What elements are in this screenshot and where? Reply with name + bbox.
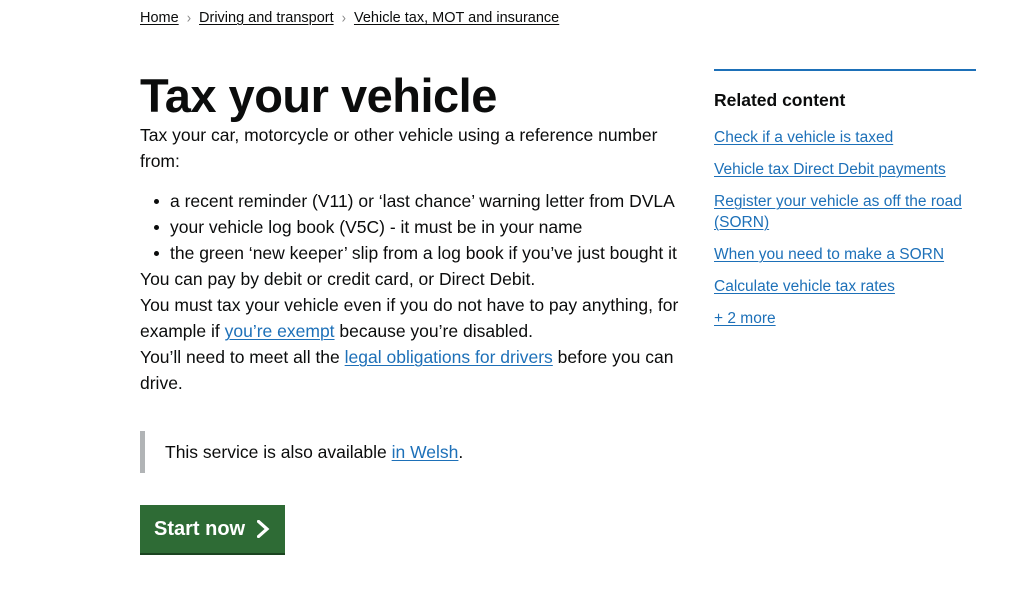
show-more-related-links[interactable]: + 2 more xyxy=(714,310,776,327)
payment-methods-paragraph: You can pay by debit or credit card, or … xyxy=(140,269,536,289)
list-item: the green ‘new keeper’ slip from a log b… xyxy=(154,240,700,266)
breadcrumb-item-vehicle-tax-mot-and-insurance[interactable]: Vehicle tax, MOT and insurance xyxy=(354,10,559,26)
list-item: Check if a vehicle is taxed xyxy=(714,127,976,148)
inset-text-before: This service is also available xyxy=(165,442,392,462)
list-item: Vehicle tax Direct Debit payments xyxy=(714,159,976,180)
breadcrumb: Home › Driving and transport › Vehicle tax, … xyxy=(140,8,559,28)
related-link-calculate-vehicle-tax-rates[interactable]: Calculate vehicle tax rates xyxy=(714,278,895,295)
list-item: When you need to make a SORN xyxy=(714,244,976,265)
in-welsh-link[interactable]: in Welsh xyxy=(392,442,459,462)
must-tax-paragraph: You must tax your vehicle even if you do… xyxy=(140,292,700,344)
intro-paragraph: Tax your car, motorcycle or other vehicl… xyxy=(140,125,658,171)
list-item: a recent reminder (V11) or ‘last chance’… xyxy=(154,188,700,214)
legal-obligations-link[interactable]: legal obligations for drivers xyxy=(345,347,553,367)
legal-text-before: You’ll need to meet all the xyxy=(140,347,345,367)
must-tax-text-after: because you’re disabled. xyxy=(334,321,534,341)
welsh-inset-text: This service is also available in Welsh. xyxy=(140,431,700,473)
reference-number-list: a recent reminder (V11) or ‘last chance’… xyxy=(140,188,700,266)
start-now-button[interactable]: Start now xyxy=(140,505,286,553)
related-link-register-your-vehicle-as-off-the-road-sorn[interactable]: Register your vehicle as off the road (S… xyxy=(714,193,962,231)
breadcrumb-separator-icon: › xyxy=(341,8,346,27)
page-title: Tax your vehicle xyxy=(140,69,497,122)
breadcrumb-separator-icon: › xyxy=(186,8,192,27)
related-links-list: Check if a vehicle is taxed Vehicle tax … xyxy=(714,127,976,329)
start-now-label: Start now xyxy=(154,518,246,540)
legal-obligations-paragraph: You’ll need to meet all the legal obliga… xyxy=(140,344,700,396)
related-link-vehicle-tax-direct-debit-payments[interactable]: Vehicle tax Direct Debit payments xyxy=(714,161,946,178)
breadcrumb-item-home[interactable]: Home xyxy=(140,10,179,26)
list-item: your vehicle log book (V5C) - it must be… xyxy=(154,214,700,240)
list-item: Register your vehicle as off the road (S… xyxy=(714,191,976,233)
sidebar-divider xyxy=(714,69,976,71)
list-item: + 2 more xyxy=(714,308,976,329)
gov-uk-service-page: Home › Driving and transport › Vehicle tax, … xyxy=(0,0,1024,600)
list-item: Calculate vehicle tax rates xyxy=(714,276,976,297)
youre-exempt-link[interactable]: you’re exempt xyxy=(225,321,335,341)
sidebar-heading: Related content xyxy=(714,90,846,110)
inset-text-after: . xyxy=(458,442,464,462)
main-content: Tax your vehicle Tax your car, motorcycl… xyxy=(140,70,700,553)
chevron-right-icon xyxy=(257,520,271,538)
related-link-check-if-a-vehicle-is-taxed[interactable]: Check if a vehicle is taxed xyxy=(714,129,893,146)
related-content-sidebar: Related content Check if a vehicle is ta… xyxy=(714,69,976,340)
related-link-when-you-need-to-make-a-sorn[interactable]: When you need to make a SORN xyxy=(714,246,944,263)
breadcrumb-item-driving-and-transport[interactable]: Driving and transport xyxy=(199,10,334,26)
